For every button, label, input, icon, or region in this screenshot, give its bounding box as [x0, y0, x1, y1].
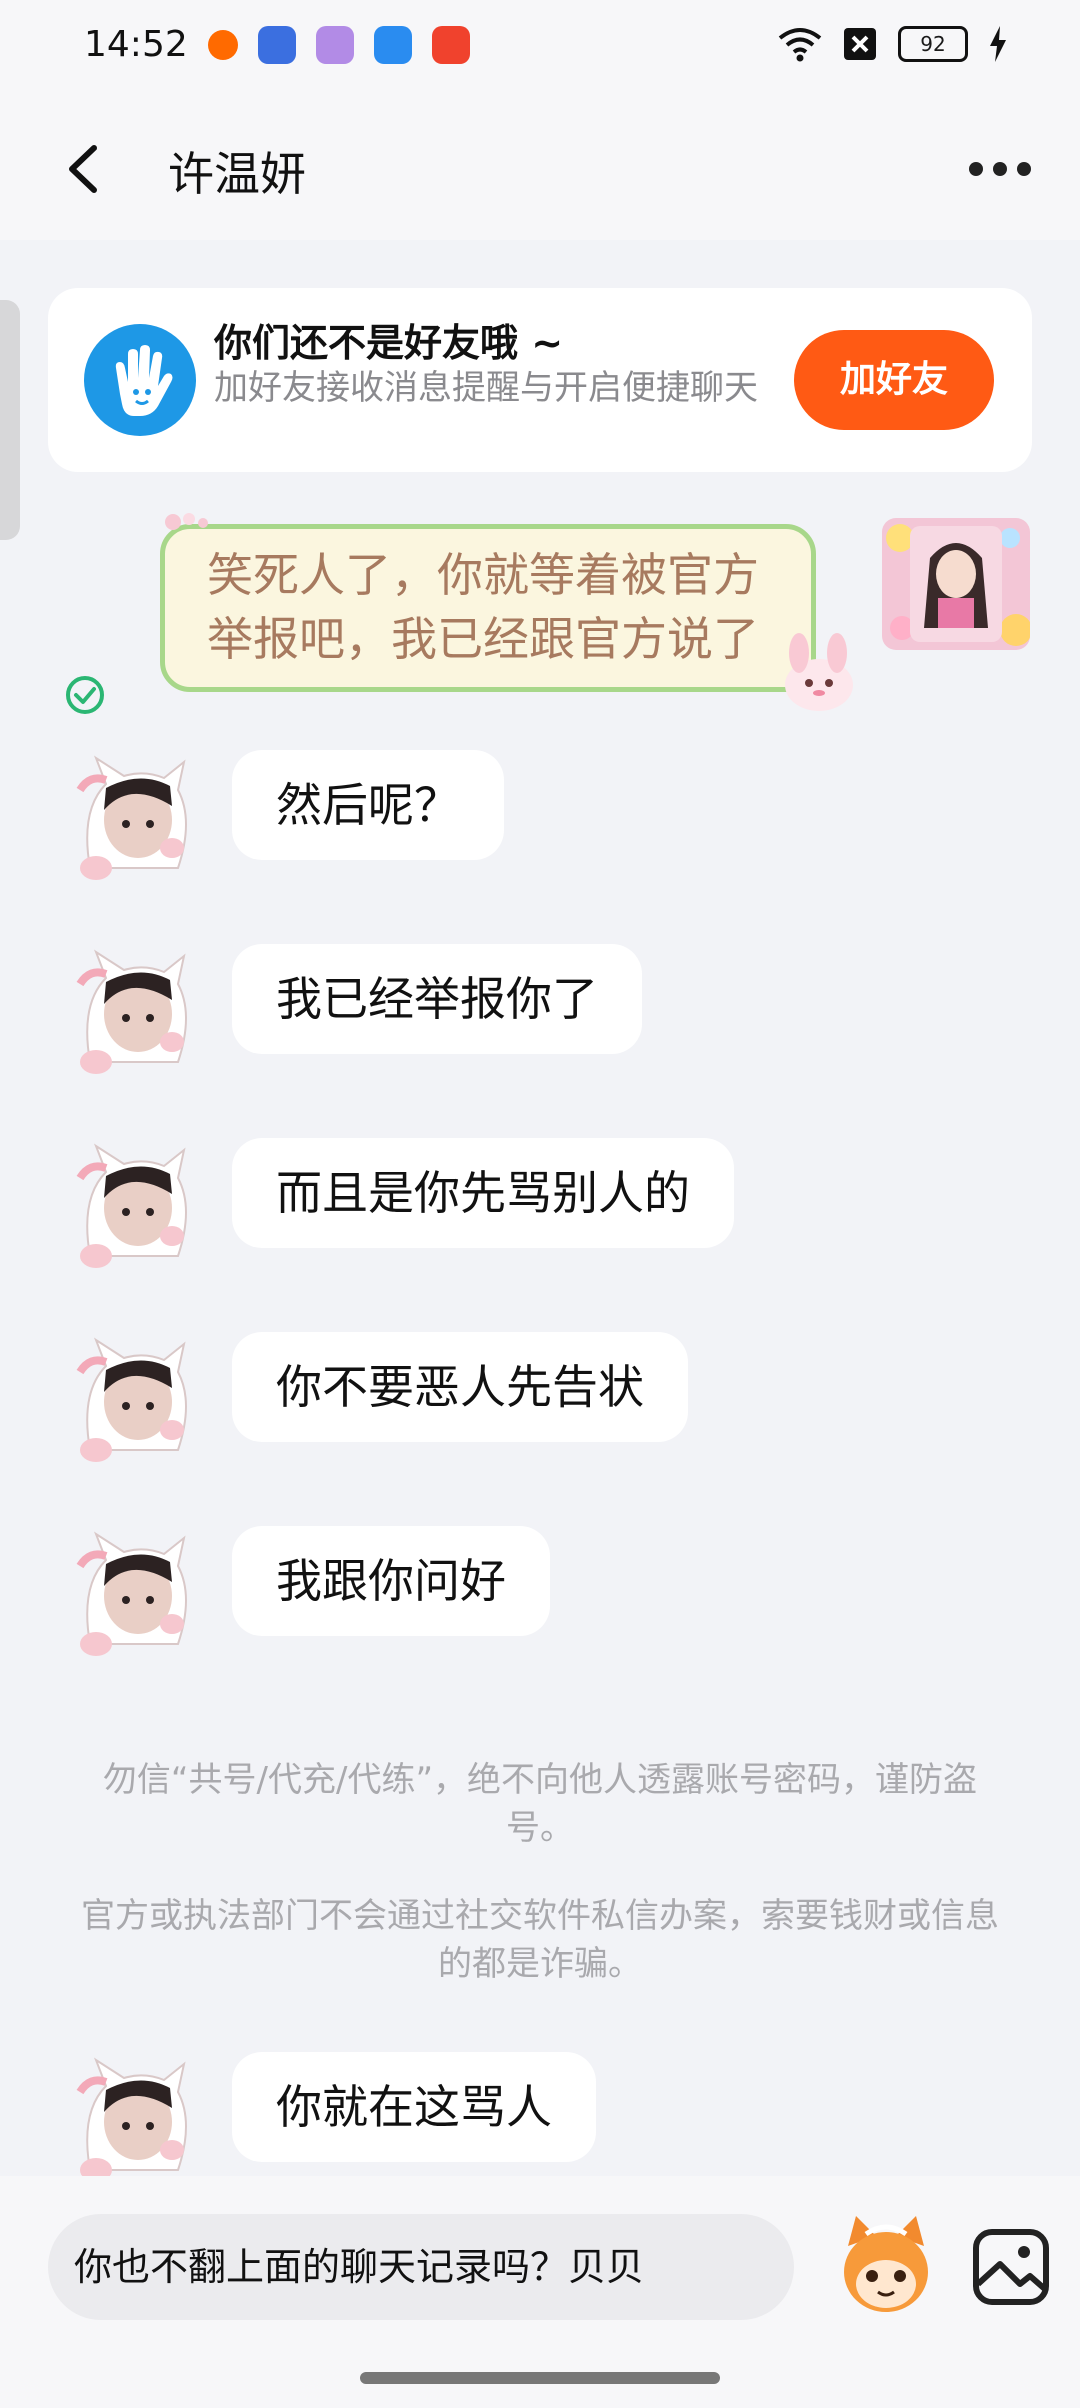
- wifi-icon: [778, 28, 822, 62]
- received-message-bubble[interactable]: 然后呢？: [232, 750, 504, 860]
- received-message-bubble[interactable]: 而且是你先骂别人的: [232, 1138, 734, 1248]
- app-notification-icon: [316, 26, 354, 64]
- app-notification-icon: [258, 26, 296, 64]
- received-message-bubble[interactable]: 我跟你问好: [232, 1526, 550, 1636]
- sim-off-icon: [844, 28, 876, 60]
- more-button[interactable]: [960, 134, 1040, 204]
- received-message-bubble[interactable]: 我已经举报你了: [232, 944, 642, 1054]
- back-button[interactable]: [50, 134, 120, 204]
- notification-icons: [208, 26, 470, 64]
- message-row: 我已经举报你了: [0, 944, 1080, 1084]
- status-right: 92: [778, 26, 1008, 62]
- sticker-button[interactable]: [826, 2206, 946, 2326]
- message-row: 然后呢？: [0, 750, 1080, 890]
- flower-decoration-icon: [165, 513, 208, 530]
- add-friend-banner: 你们还不是好友哦 ~ 加好友接收消息提醒与开启便捷聊天 加好友: [48, 288, 1032, 472]
- add-friend-button[interactable]: 加好友: [794, 330, 994, 430]
- sticker-icon: [844, 2216, 928, 2312]
- message-row: 你不要恶人先告状: [0, 1332, 1080, 1472]
- wave-hand-icon: [84, 324, 196, 436]
- message-row: 而且是你先骂别人的: [0, 1138, 1080, 1278]
- status-bar: 14:52 92: [0, 0, 1080, 96]
- received-message-bubble[interactable]: 你不要恶人先告状: [232, 1332, 688, 1442]
- app-notification-icon: [374, 26, 412, 64]
- app-notification-icon: [432, 26, 470, 64]
- app-notification-icon: [208, 30, 238, 60]
- message-row: 我跟你问好: [0, 1526, 1080, 1666]
- my-avatar[interactable]: [882, 518, 1030, 650]
- safety-notice: 勿信“共号/代充/代练”，绝不向他人透露账号密码，谨防盗号。: [102, 1760, 978, 1848]
- contact-avatar[interactable]: [60, 1138, 200, 1278]
- contact-avatar[interactable]: [60, 2052, 200, 2192]
- status-time: 14:52: [84, 24, 188, 65]
- chat-header: 许温妍: [0, 96, 1080, 240]
- friend-banner-subtitle: 加好友接收消息提醒与开启便捷聊天: [214, 368, 758, 408]
- contact-avatar[interactable]: [60, 944, 200, 1084]
- friend-banner-title: 你们还不是好友哦 ~: [214, 321, 564, 365]
- contact-avatar[interactable]: [60, 1526, 200, 1666]
- safety-notice: 官方或执法部门不会通过社交软件私信办案，索要钱财或信息的都是诈骗。: [81, 1896, 999, 1984]
- image-icon: [973, 2229, 1049, 2305]
- contact-avatar[interactable]: [60, 1332, 200, 1472]
- home-indicator[interactable]: [360, 2372, 720, 2384]
- received-message-bubble[interactable]: 你就在这骂人: [232, 2052, 596, 2162]
- charging-icon: [990, 26, 1006, 62]
- scroll-handle[interactable]: [0, 300, 20, 540]
- battery-indicator: 92: [898, 26, 968, 62]
- back-arrow-icon: [69, 145, 97, 193]
- image-button[interactable]: [958, 2212, 1068, 2322]
- more-dots-icon: [969, 162, 1031, 176]
- bunny-sticker-icon: [785, 633, 853, 711]
- message-input[interactable]: 你也不翻上面的聊天记录吗？贝贝: [48, 2214, 794, 2320]
- read-check-icon: [66, 676, 104, 714]
- contact-name: 许温妍: [168, 147, 306, 201]
- contact-avatar[interactable]: [60, 750, 200, 890]
- sent-message-text: 笑死人了，你就等着被官方举报吧，我已经跟官方说了: [207, 548, 759, 666]
- sent-message-bubble[interactable]: 笑死人了，你就等着被官方举报吧，我已经跟官方说了: [160, 513, 853, 711]
- message-row: 你就在这骂人: [0, 2052, 1080, 2192]
